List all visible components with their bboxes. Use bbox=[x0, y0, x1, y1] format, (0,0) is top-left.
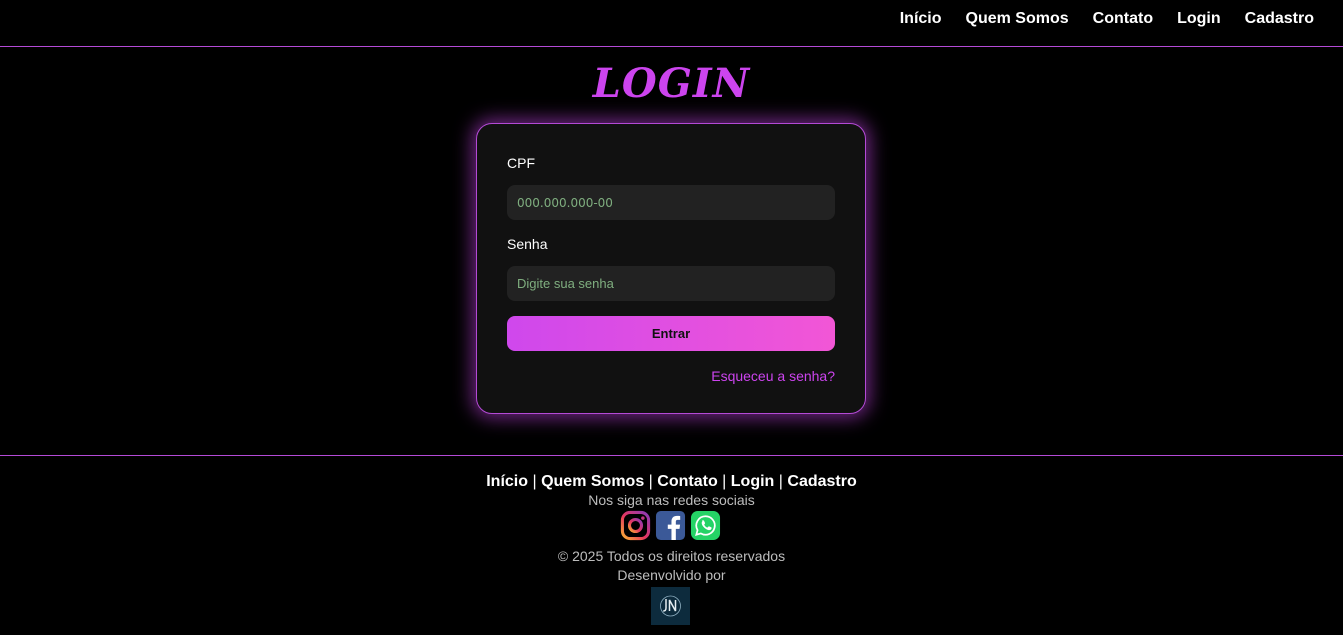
footer-separator: | bbox=[648, 473, 653, 490]
facebook-link[interactable] bbox=[655, 510, 686, 541]
footer-link-inicio[interactable]: Início bbox=[486, 473, 528, 490]
footer-link-quem-somos[interactable]: Quem Somos bbox=[541, 473, 644, 490]
nav-link-login[interactable]: Login bbox=[1177, 10, 1221, 27]
nav-link-quem-somos[interactable]: Quem Somos bbox=[966, 10, 1069, 27]
footer-link-contato[interactable]: Contato bbox=[657, 473, 717, 490]
login-page: Início Quem Somos Contato Login Cadastro… bbox=[0, 0, 1343, 635]
nav-link-inicio[interactable]: Início bbox=[900, 10, 942, 27]
password-input[interactable] bbox=[507, 266, 835, 301]
nav-item: Cadastro bbox=[1245, 10, 1314, 28]
nav-item: Início bbox=[900, 10, 942, 28]
page-title: LOGIN bbox=[592, 60, 751, 107]
instagram-link[interactable] bbox=[620, 510, 651, 541]
forgot-password-link[interactable]: Esqueceu a senha? bbox=[711, 368, 835, 384]
whatsapp-link[interactable] bbox=[690, 510, 721, 541]
social-follow-text: Nos siga nas redes sociais bbox=[588, 492, 755, 508]
copyright-text: © 2025 Todos os direitos reservados bbox=[557, 548, 786, 564]
footer-separator: | bbox=[778, 473, 783, 490]
nav-link-contato[interactable]: Contato bbox=[1093, 10, 1153, 27]
top-navigation: Início Quem Somos Contato Login Cadastro bbox=[0, 0, 1343, 47]
footer-separator: | bbox=[532, 473, 537, 490]
cpf-input[interactable] bbox=[507, 185, 835, 220]
footer-separator: | bbox=[722, 473, 727, 490]
nav-item: Quem Somos bbox=[966, 10, 1069, 28]
nav-item: Login bbox=[1177, 10, 1221, 28]
instagram-icon bbox=[620, 510, 651, 541]
social-links bbox=[620, 510, 721, 541]
cpf-label: CPF bbox=[507, 155, 535, 171]
login-button[interactable]: Entrar bbox=[507, 316, 835, 351]
nav-item: Contato bbox=[1093, 10, 1153, 28]
footer-link-login[interactable]: Login bbox=[731, 473, 775, 490]
whatsapp-icon bbox=[690, 510, 721, 541]
developer-logo bbox=[651, 587, 690, 625]
nav-list: Início Quem Somos Contato Login Cadastro bbox=[900, 10, 1314, 28]
senha-label: Senha bbox=[507, 236, 548, 252]
footer-link-cadastro[interactable]: Cadastro bbox=[787, 473, 856, 490]
facebook-icon bbox=[655, 510, 686, 541]
nav-link-cadastro[interactable]: Cadastro bbox=[1245, 10, 1314, 27]
site-footer: Início | Quem Somos | Contato | Login | … bbox=[0, 455, 1343, 635]
footer-links: Início | Quem Somos | Contato | Login | … bbox=[0, 473, 1343, 491]
developed-by-text: Desenvolvido por bbox=[617, 567, 726, 583]
login-form: CPF Senha Entrar Esqueceu a senha? bbox=[476, 123, 866, 414]
